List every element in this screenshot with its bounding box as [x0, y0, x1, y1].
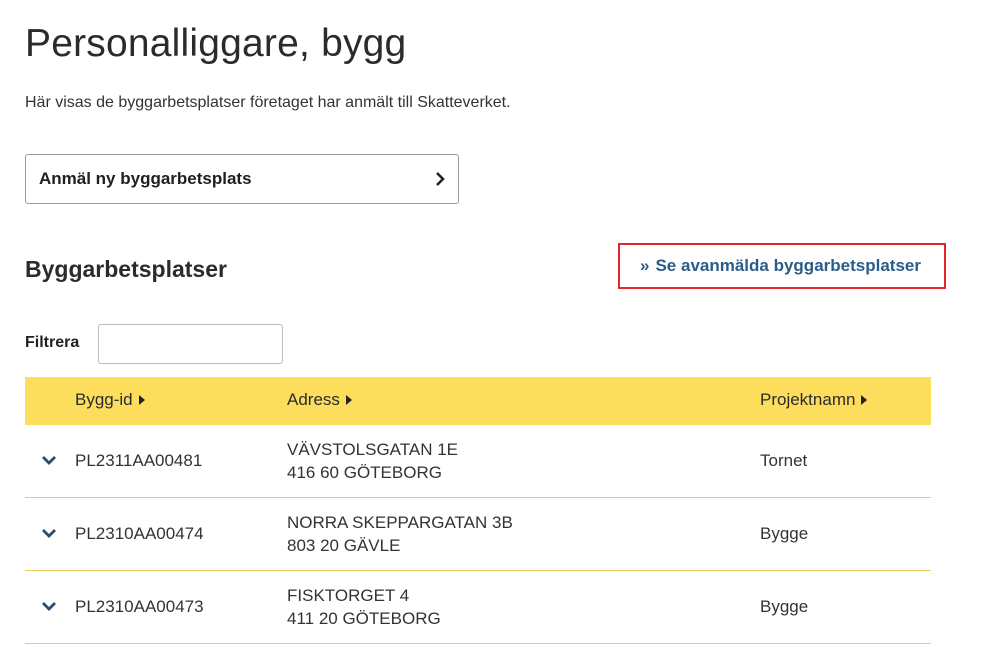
chevron-down-icon[interactable] [40, 453, 58, 467]
row-address-postal: 411 20 GÖTEBORG [287, 609, 441, 628]
double-chevron-right-icon: » [640, 256, 650, 275]
intro-text: Här visas de byggarbetsplatser företaget… [25, 94, 511, 111]
column-header-bygg-id[interactable]: Bygg-id [75, 390, 145, 410]
table-row: PL2311AA00481 VÄVSTOLSGATAN 1E 416 60 GÖ… [25, 425, 931, 498]
sort-caret-icon [861, 395, 868, 405]
column-header-adress[interactable]: Adress [287, 390, 352, 410]
row-address-postal: 803 20 GÄVLE [287, 536, 401, 555]
column-header-label: Bygg-id [75, 390, 133, 409]
chevron-down-icon[interactable] [40, 526, 58, 540]
register-new-site-button[interactable]: Anmäl ny byggarbetsplats [25, 154, 459, 204]
row-address-street: FISKTORGET 4 [287, 586, 410, 605]
deregistered-sites-link[interactable]: » Se avanmälda byggarbetsplatser [618, 243, 946, 289]
sort-caret-icon [345, 395, 352, 405]
column-header-label: Adress [287, 390, 340, 409]
page-title: Personalliggare, bygg [25, 22, 407, 65]
column-header-label: Projektnamn [760, 390, 856, 409]
section-title: Byggarbetsplatser [25, 256, 227, 282]
row-project-name: Tornet [760, 451, 808, 470]
row-address: NORRA SKEPPARGATAN 3B 803 20 GÄVLE [287, 511, 513, 557]
row-bygg-id: PL2310AA00473 [75, 597, 204, 616]
row-address: FISKTORGET 4 411 20 GÖTEBORG [287, 584, 441, 630]
table-row: PL2310AA00474 NORRA SKEPPARGATAN 3B 803 … [25, 498, 931, 571]
row-address: VÄVSTOLSGATAN 1E 416 60 GÖTEBORG [287, 438, 458, 484]
deregistered-sites-link-text: Se avanmälda byggarbetsplatser [655, 256, 921, 275]
table-header: Bygg-id Adress Projektnamn [25, 377, 931, 425]
filter-label: Filtrera [25, 334, 80, 351]
row-address-street: VÄVSTOLSGATAN 1E [287, 440, 459, 459]
table-row: PL2310AA00473 FISKTORGET 4 411 20 GÖTEBO… [25, 571, 931, 644]
chevron-right-icon [434, 171, 446, 187]
sort-caret-icon [138, 395, 145, 405]
chevron-down-icon[interactable] [40, 599, 58, 613]
row-bygg-id: PL2311AA00481 [75, 451, 203, 470]
column-header-projektnamn[interactable]: Projektnamn [760, 390, 868, 410]
row-address-street: NORRA SKEPPARGATAN 3B [287, 513, 513, 532]
row-address-postal: 416 60 GÖTEBORG [287, 463, 442, 482]
row-project-name: Bygge [760, 524, 809, 543]
filter-input[interactable] [98, 324, 283, 364]
register-new-site-label: Anmäl ny byggarbetsplats [39, 169, 252, 188]
sites-table: Bygg-id Adress Projektnamn PL2311AA00481… [25, 377, 931, 644]
row-bygg-id: PL2310AA00474 [75, 524, 204, 543]
row-project-name: Bygge [760, 597, 809, 616]
